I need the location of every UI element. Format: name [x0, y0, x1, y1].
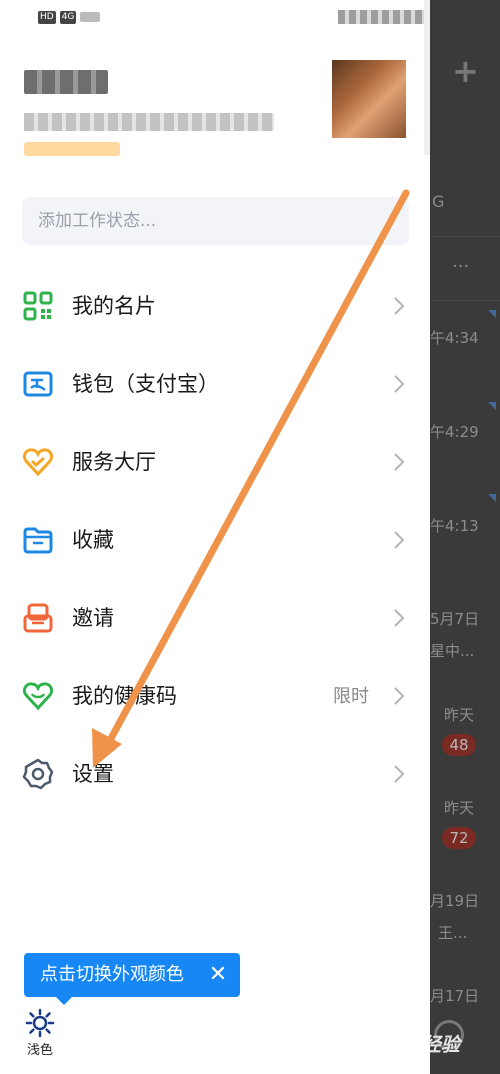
chevron-right-icon	[394, 453, 405, 471]
user-name-blurred[interactable]	[24, 70, 108, 94]
sun-icon	[25, 1008, 55, 1038]
limited-time-tag: 限时	[333, 686, 369, 707]
theme-tooltip: 点击切换外观颜色 ✕	[24, 953, 240, 1005]
chevron-right-icon	[394, 375, 405, 393]
more-dots: ···	[452, 256, 470, 277]
status-icons-blurred	[338, 10, 430, 24]
chevron-right-icon	[394, 531, 405, 549]
side-drawer: HD 4G 添加工作状态... 我的名片 钱包（支付宝） 服务大厅 收藏 邀请 …	[0, 0, 430, 1074]
work-status-input[interactable]: 添加工作状态...	[22, 197, 409, 245]
hd-icon: HD	[38, 10, 56, 24]
chat-time: 5月7日	[430, 610, 480, 628]
service-heart-icon	[22, 448, 54, 477]
status-bar: HD 4G	[0, 0, 430, 36]
menu-item-label: 邀请	[72, 606, 114, 630]
chat-time: 午4:13	[430, 517, 479, 535]
menu-item-label: 设置	[72, 762, 114, 786]
chat-snippet: 星中...	[430, 642, 475, 660]
menu-item-label: 我的名片	[72, 294, 156, 318]
menu-item-business-card[interactable]: 我的名片	[0, 276, 430, 336]
menu-item-service-hall[interactable]: 服务大厅	[0, 432, 430, 492]
menu-item-label: 服务大厅	[72, 450, 156, 474]
chat-time: 午4:29	[430, 423, 479, 441]
folder-icon	[23, 527, 53, 554]
menu-item-label: 我的健康码	[72, 684, 177, 708]
chat-time: 昨天	[444, 799, 475, 817]
menu-item-settings[interactable]: 设置	[0, 744, 430, 804]
chevron-right-icon	[394, 765, 405, 783]
unread-badge: 48	[442, 734, 476, 756]
menu-item-wallet[interactable]: 钱包（支付宝）	[0, 354, 430, 414]
chevron-right-icon	[394, 609, 405, 627]
chat-time: 月19日	[430, 892, 480, 910]
header-fragment: G	[432, 192, 445, 211]
menu-item-label: 收藏	[72, 528, 114, 552]
menu-item-health-code[interactable]: 我的健康码 限时	[0, 666, 430, 726]
chevron-right-icon	[394, 687, 405, 705]
signal-icon	[80, 12, 101, 22]
avatar[interactable]	[332, 60, 406, 138]
add-icon: +	[452, 52, 479, 90]
chat-snippet: 王...	[438, 924, 468, 942]
background-app: + G ··· 午4:34 午4:29 午4:13 5月7日 星中... 昨天 …	[430, 0, 500, 1074]
close-icon[interactable]: ✕	[208, 963, 228, 987]
qr-card-icon	[23, 291, 53, 321]
invite-icon	[23, 603, 53, 633]
health-code-icon	[22, 682, 54, 711]
user-tag-blurred	[24, 142, 120, 156]
theme-tooltip-text: 点击切换外观颜色	[40, 964, 184, 985]
menu-item-label: 钱包（支付宝）	[72, 372, 219, 396]
unread-badge: 72	[442, 827, 476, 849]
chat-time: 昨天	[444, 706, 475, 724]
menu-item-favorites[interactable]: 收藏	[0, 510, 430, 570]
wallet-icon	[23, 371, 53, 397]
chevron-right-icon	[394, 297, 405, 315]
user-signature-blurred	[24, 113, 274, 131]
gear-icon	[22, 758, 54, 790]
chat-time: 月17日	[430, 987, 480, 1005]
theme-toggle-button[interactable]: 浅色	[20, 1006, 60, 1060]
scrollbar	[424, 0, 430, 155]
network-indicator: 4G	[59, 10, 77, 24]
theme-label: 浅色	[26, 1043, 53, 1058]
menu-item-invite[interactable]: 邀请	[0, 588, 430, 648]
chat-time: 午4:34	[430, 329, 479, 347]
